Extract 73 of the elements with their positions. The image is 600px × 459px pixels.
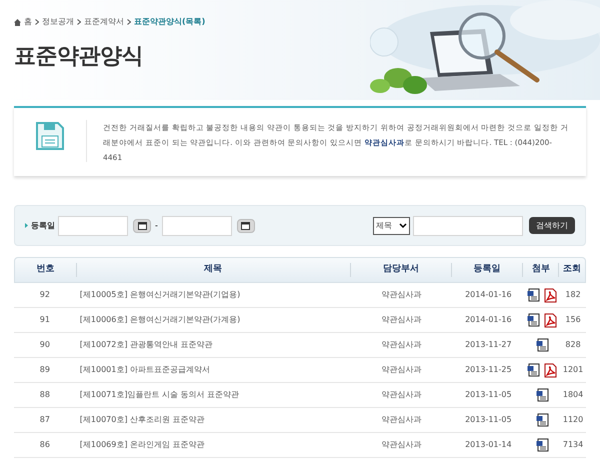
pdf-icon[interactable] (544, 362, 558, 378)
table-cell: 88 (40, 389, 50, 401)
column-header: 제목 (204, 263, 222, 276)
calendar-button[interactable] (133, 218, 151, 232)
column-header: 조회 (563, 263, 582, 276)
table-cell: 90 (40, 339, 50, 351)
chevron-icon (35, 19, 39, 25)
title-link[interactable]: [제10070호] 산후조리원 표준약관 (80, 415, 205, 424)
document-icon[interactable] (527, 288, 540, 302)
table-cell: 1120 (562, 414, 584, 426)
table-cell: 2014-01-16 (465, 314, 512, 326)
table-cell: 2013-11-05 (465, 389, 512, 401)
table-cell: 약관심사과 (382, 389, 422, 401)
table-cell: 92 (40, 289, 50, 301)
table-cell: 2013-11-25 (465, 364, 512, 376)
caret-icon (399, 222, 407, 228)
document-icon[interactable] (536, 438, 549, 452)
bullet-icon (25, 223, 28, 228)
title-link[interactable]: [제10071호]임플란트 시술 동의서 표준약관 (80, 390, 240, 399)
search-field[interactable] (413, 216, 523, 236)
search-button[interactable]: 검색하기 (529, 217, 575, 234)
table-cell: 2014-01-16 (465, 289, 512, 301)
pdf-icon[interactable] (544, 288, 558, 302)
title-link[interactable]: [제10006호] 은행여신거래기본약관(가계용) (80, 315, 240, 324)
end-date-field[interactable] (162, 216, 232, 236)
search-type-select[interactable]: 제목 (373, 216, 410, 234)
document-icon[interactable] (536, 413, 549, 427)
breadcrumb-link[interactable]: 정보공개 (42, 16, 74, 28)
title-link[interactable]: [제10072호] 관광통역안내 표준약관 (80, 340, 213, 349)
calendar-button[interactable] (236, 218, 255, 232)
table-cell: 2013-01-14 (465, 439, 512, 451)
document-icon[interactable] (536, 388, 549, 402)
table-cell: 86 (40, 439, 50, 451)
table-cell: 182 (565, 289, 581, 301)
table-cell: 91 (40, 314, 50, 326)
document-icon[interactable] (527, 362, 540, 376)
table-cell: 2013-11-27 (465, 339, 512, 351)
table-cell: 약관심사과 (382, 314, 422, 326)
table-cell: 약관심사과 (382, 414, 422, 426)
pdf-icon[interactable] (544, 312, 558, 328)
table-cell: 1804 (562, 389, 584, 401)
document-icon[interactable] (536, 338, 549, 352)
table-cell: 약관심사과 (382, 439, 422, 451)
column-header: 번호 (36, 263, 54, 276)
start-date-field[interactable] (58, 216, 128, 236)
table-cell: 156 (565, 314, 581, 326)
document-icon[interactable] (527, 312, 540, 326)
column-header: 등록일 (474, 263, 501, 276)
title-link[interactable]: [제10005호] 은행여신거래기본약관(기업용) (80, 290, 240, 299)
table-cell: 7134 (562, 439, 584, 451)
home-icon (14, 18, 21, 26)
chevron-icon (77, 19, 81, 25)
table-cell: 2013-11-05 (465, 414, 512, 426)
column-header: 첨부 (532, 263, 550, 276)
table-cell: 1201 (562, 364, 584, 376)
breadcrumb-link[interactable]: 홈 (24, 16, 32, 28)
date-label: 등록일 (31, 220, 55, 232)
table-cell: 약관심사과 (382, 339, 422, 351)
table-cell: 87 (40, 414, 50, 426)
table-cell: 약관심사과 (382, 289, 422, 301)
table-cell: 828 (565, 339, 581, 351)
title-link[interactable]: [제10069호] 온라인게임 표준약관 (80, 440, 205, 449)
date-separator: - (155, 220, 158, 232)
calendar-icon (241, 222, 250, 230)
table-cell: 약관심사과 (382, 364, 422, 376)
table-cell: 89 (40, 364, 50, 376)
column-header: 담당부서 (382, 263, 419, 276)
breadcrumb-link[interactable]: 표준계약서 (84, 16, 124, 28)
title-link[interactable]: [제10001호] 아파트표준공급계약서 (80, 365, 210, 374)
chevron-icon (127, 19, 131, 25)
breadcrumb-current: 표준약관양식(목록) (134, 16, 206, 28)
calendar-icon (138, 222, 146, 230)
page-title: 표준약관양식 (14, 43, 144, 71)
